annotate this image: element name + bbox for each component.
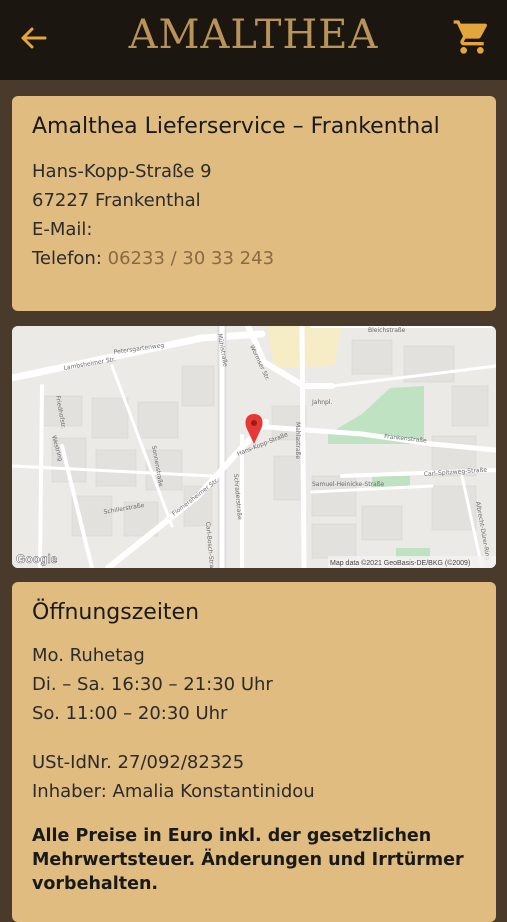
shopping-cart-icon bbox=[453, 20, 488, 54]
email-label: E-Mail: bbox=[32, 219, 93, 240]
store-title: Amalthea Lieferservice – Frankenthal bbox=[32, 114, 440, 139]
google-logo: Google bbox=[16, 552, 58, 566]
hours-line: Mo. Ruhetag bbox=[32, 645, 145, 666]
app-logo: AMALTHEA bbox=[128, 12, 379, 58]
hours-line: So. 11:00 – 20:30 Uhr bbox=[32, 703, 228, 724]
map-street-label: Mahlastraße bbox=[294, 422, 301, 459]
store-phone: Telefon: 06233 / 30 33 243 bbox=[32, 244, 476, 273]
location-map[interactable]: Lambsheimer Str. Petersgartenweg Friedho… bbox=[12, 326, 496, 568]
phone-label: Telefon: bbox=[32, 248, 102, 269]
map-street-label: Jahnpl. bbox=[311, 399, 333, 406]
map-street-label: Bleichstraße bbox=[368, 327, 406, 334]
cart-button[interactable] bbox=[452, 17, 492, 57]
hours-title: Öffnungszeiten bbox=[32, 600, 200, 625]
map-attribution: Map data ©2021 GeoBasis-DE/BKG (©2009) bbox=[330, 559, 470, 567]
store-email: E-Mail: bbox=[32, 215, 476, 244]
map-street-label: Samuel-Heinicke-Straße bbox=[312, 481, 384, 488]
store-city: 67227 Frankenthal bbox=[32, 190, 201, 211]
owner: Inhaber: Amalia Konstantinidou bbox=[32, 781, 315, 802]
phone-link[interactable]: 06233 / 30 33 243 bbox=[108, 248, 274, 269]
store-street: Hans-Kopp-Straße 9 bbox=[32, 161, 212, 182]
top-app-bar: AMALTHEA bbox=[0, 0, 507, 80]
hours-line: Di. – Sa. 16:30 – 21:30 Uhr bbox=[32, 674, 273, 695]
opening-hours-card: Öffnungszeiten Mo. Ruhetag Di. – Sa. 16:… bbox=[12, 582, 496, 922]
vat-id: USt-IdNr. 27/092/82325 bbox=[32, 752, 245, 773]
price-notice: Alle Preise in Euro inkl. der gesetzlich… bbox=[32, 826, 464, 894]
store-info-card: Amalthea Lieferservice – Frankenthal Han… bbox=[12, 96, 496, 311]
map-canvas[interactable]: Lambsheimer Str. Petersgartenweg Friedho… bbox=[12, 326, 496, 568]
